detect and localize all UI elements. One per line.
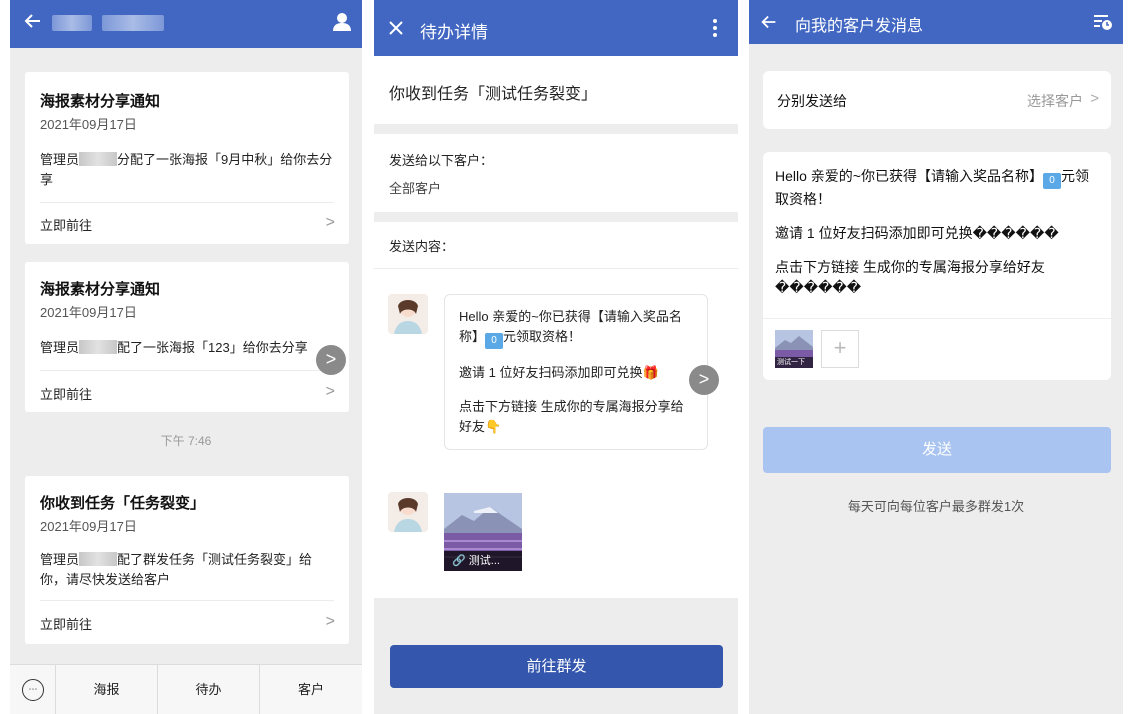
next-fab-button[interactable]: > [689, 365, 719, 395]
notification-card: 海报素材分享通知 2021年09月17日 管理员 分配了一张海报「9月中秋」给你去… [25, 72, 349, 244]
message-compose-box: Hello 亲爱的~你已获得【请输入奖品名称】 0 元领取资格！ 邀请 1 位好友扫… [763, 152, 1111, 380]
message-text[interactable]: Hello 亲爱的~你已获得【请输入奖品名称】 0 元领取资格！ 邀请 1 位好友扫… [775, 166, 1099, 311]
message-line-1: Hello 亲爱的~你已获得【请输入奖品名称】 0 元领取资格！ [459, 307, 693, 349]
recipient-selector[interactable]: 分别发送给 选择客户 > [763, 71, 1111, 129]
message-line-2: 邀请 1 位好友扫码添加即可兑换🎁 [459, 365, 659, 380]
card-body-text: 配了一张海报「123」给你去分享 [117, 340, 308, 355]
card-title: 海报素材分享通知 [40, 281, 161, 298]
top-bar [10, 0, 362, 48]
recipient-label: 分别发送给 [777, 93, 847, 109]
card-title: 海报素材分享通知 [40, 93, 161, 110]
content-section: 发送内容： Hello 亲爱的~你已获得【请输入奖品名称】 0 元领取资格！ 邀请 … [374, 222, 738, 598]
poster-caption: 🔗 测试... [444, 551, 522, 571]
go-now-link[interactable]: 立即前往 [40, 384, 92, 403]
message-line-1-end: 元领取资格！ [503, 329, 582, 344]
thumbnail-caption: 测试一下 [775, 357, 813, 368]
list-clock-icon[interactable] [1093, 12, 1113, 37]
notification-card: 海报素材分享通知 2021年09月17日 管理员 配了一张海报「123」给你去分享… [25, 262, 349, 412]
card-body: 管理员 配了一张海报「123」给你去分享 [40, 338, 334, 358]
back-arrow-icon[interactable] [22, 10, 44, 37]
tab-customers[interactable]: 客户 [260, 665, 362, 714]
message-bubble: Hello 亲爱的~你已获得【请输入奖品名称】 0 元领取资格！ 邀请 1 位好友扫… [444, 294, 708, 450]
top-bar: 向我的客户发消息 [749, 0, 1123, 44]
send-to-label: 发送给以下客户： [389, 153, 494, 168]
send-message-screen: 向我的客户发消息 分别发送给 选择客户 > Hello 亲爱的~你已获得【请输入… [749, 0, 1123, 714]
divider [763, 318, 1111, 319]
recipient-value: 选择客户 [1027, 93, 1083, 109]
send-to-value: 全部客户 [389, 181, 442, 196]
avatar [388, 294, 428, 334]
blurred-title [52, 15, 92, 31]
card-date: 2021年09月17日 [40, 117, 137, 132]
avatar [388, 492, 428, 532]
card-body: 管理员 分配了一张海报「9月中秋」给你去分享 [40, 150, 334, 190]
card-body: 管理员 配了群发任务「测试任务裂变」给你，请尽快发送给客户 [40, 550, 334, 590]
send-limit-note: 每天可向每位客户最多群发1次 [847, 499, 1025, 514]
todo-detail-screen: 待办详情 你收到任务「测试任务裂变」 发送给以下客户： 全部客户 发送内容： H… [374, 0, 738, 714]
message-line-1: Hello 亲爱的~你已获得【请输入奖品名称】 0 元领取资格！ [775, 166, 1099, 209]
keycap-zero: 0 [485, 333, 504, 349]
redacted-name [79, 340, 118, 354]
page-title: 待办详情 [420, 23, 488, 42]
card-body-prefix: 管理员 [40, 552, 80, 567]
tab-todo[interactable]: 待办 [158, 665, 260, 714]
back-arrow-icon[interactable] [759, 12, 779, 37]
notification-list-screen: 海报素材分享通知 2021年09月17日 管理员 分配了一张海报「9月中秋」给你去… [10, 0, 362, 714]
message-line-1-text: Hello 亲爱的~你已获得【请输入奖品名称】 [775, 168, 1043, 184]
page-title: 向我的客户发消息 [795, 18, 924, 35]
divider [40, 600, 334, 601]
chevron-right-icon: > [1090, 90, 1099, 107]
card-title: 你收到任务「任务裂变」 [40, 495, 206, 512]
card-body-prefix: 管理员 [40, 152, 80, 167]
keyboard-toggle[interactable]: ⋯ [10, 665, 56, 714]
keycap-zero: 0 [1042, 173, 1061, 189]
message-line-3: 点击下方链接 生成你的专属海报分享给好友👇 [459, 399, 684, 434]
chevron-right-icon[interactable]: > [326, 383, 335, 401]
go-group-send-button[interactable]: 前往群发 [390, 645, 723, 688]
more-vertical-icon[interactable] [712, 18, 718, 43]
link-icon: 🔗 [452, 555, 469, 567]
task-title-section: 你收到任务「测试任务裂变」 [374, 56, 738, 124]
go-now-link[interactable]: 立即前往 [40, 215, 92, 234]
go-now-link[interactable]: 立即前往 [40, 614, 92, 633]
attachment-thumbnail[interactable]: 测试一下 [775, 330, 813, 368]
add-attachment-button[interactable]: + [821, 330, 859, 368]
card-body-prefix: 管理员 [40, 340, 80, 355]
person-icon[interactable] [332, 12, 352, 37]
timestamp: 下午 7:46 [160, 434, 212, 448]
message-line-3: 点击下方链接 生成你的专属海报分享给好友������ [775, 259, 1045, 295]
poster-caption-text: 测试... [468, 555, 500, 567]
blurred-title [102, 15, 164, 31]
message-line-2: 邀请 1 位好友扫码添加即可兑换������ [775, 225, 1059, 241]
tab-poster[interactable]: 海报 [56, 665, 158, 714]
card-date: 2021年09月17日 [40, 519, 137, 534]
plus-icon: + [833, 335, 847, 360]
card-date: 2021年09月17日 [40, 305, 137, 320]
redacted-name [79, 552, 118, 566]
task-title: 你收到任务「测试任务裂变」 [389, 86, 598, 103]
chevron-right-icon[interactable]: > [326, 214, 335, 232]
close-icon[interactable] [388, 20, 404, 41]
redacted-name [79, 152, 118, 166]
poster-link-card[interactable]: 🔗 测试... [444, 493, 522, 571]
bottom-tab-bar: ⋯ 海报 待办 客户 [10, 664, 362, 714]
divider [40, 202, 334, 203]
send-button[interactable]: 发送 [763, 427, 1111, 473]
recipients-section: 发送给以下客户： 全部客户 [374, 134, 738, 212]
divider [40, 370, 334, 371]
notification-card: 你收到任务「任务裂变」 2021年09月17日 管理员 配了群发任务「测试任务裂变… [25, 476, 349, 644]
next-fab-button[interactable]: > [316, 345, 346, 375]
top-bar: 待办详情 [374, 0, 738, 56]
content-label: 发送内容： [389, 239, 455, 254]
divider [374, 268, 738, 269]
keyboard-icon: ⋯ [22, 679, 44, 701]
chevron-right-icon[interactable]: > [326, 613, 335, 631]
